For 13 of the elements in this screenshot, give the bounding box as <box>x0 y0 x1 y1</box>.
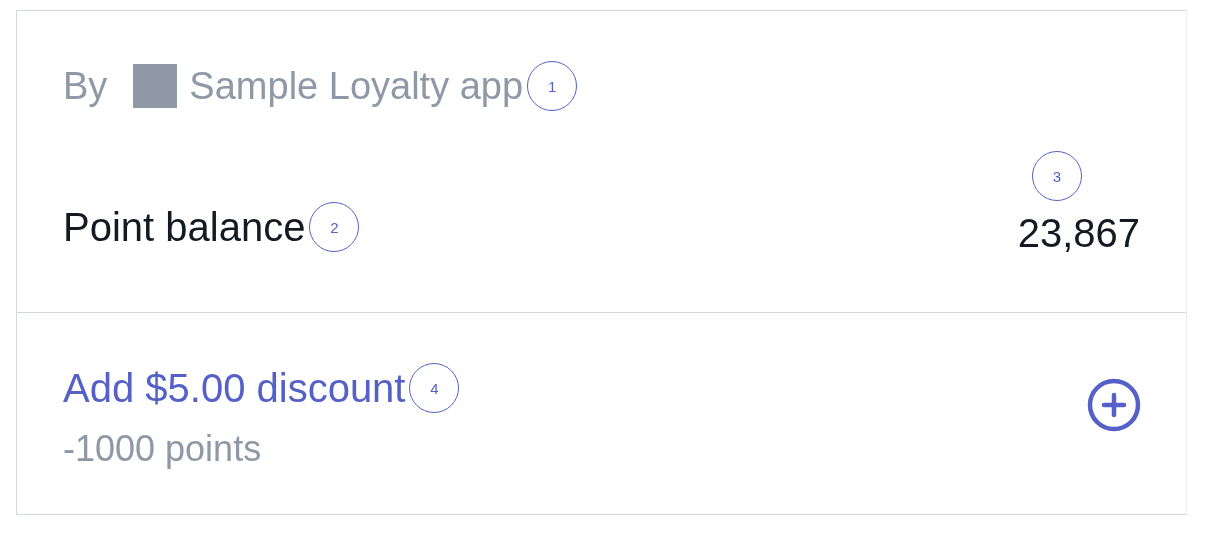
discount-link[interactable]: Add $5.00 discount <box>63 368 406 408</box>
app-name: Sample Loyalty app <box>189 67 524 105</box>
plus-circle-icon <box>1086 377 1142 433</box>
balance-value: 23,867 <box>1017 210 1140 257</box>
callout-marker: 2 <box>309 202 360 252</box>
callout-marker: 3 <box>1032 151 1082 201</box>
callout-marker: 1 <box>527 61 578 111</box>
points-cost: -1000 points <box>63 431 263 467</box>
balance-label: Point balance <box>63 204 306 251</box>
by-label: By <box>63 67 108 105</box>
add-button[interactable] <box>1086 377 1142 433</box>
callout-marker: 4 <box>409 363 460 413</box>
app-logo-icon <box>133 64 178 108</box>
